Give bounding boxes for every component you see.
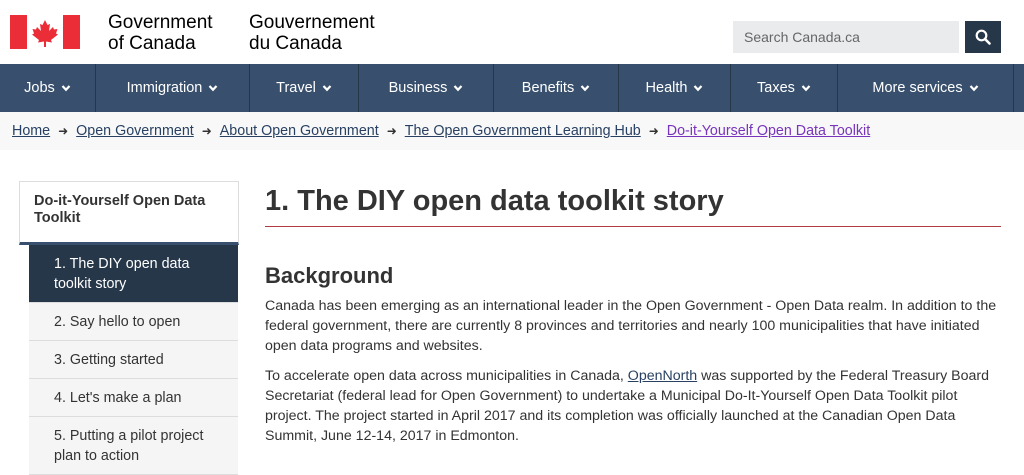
main-menu: Jobs Immigration Travel Business Benefit…	[0, 64, 1024, 112]
menu-label: Immigration	[126, 80, 203, 96]
section-menu-item-2[interactable]: 2. Say hello to open	[29, 303, 238, 341]
chevron-down-icon	[801, 85, 811, 92]
section-menu-list: 1. The DIY open data toolkit story 2. Sa…	[29, 245, 238, 475]
chevron-down-icon	[969, 85, 978, 92]
menu-label: More services	[872, 80, 963, 96]
menu-item-business[interactable]: Business	[359, 64, 494, 112]
menu-label: Business	[388, 80, 448, 96]
paragraph: To accelerate open data across municipal…	[265, 366, 1001, 446]
canada-flag-icon[interactable]	[10, 15, 80, 49]
menu-item-benefits[interactable]: Benefits	[494, 64, 619, 112]
search-icon	[975, 29, 991, 45]
chevron-down-icon	[694, 85, 703, 92]
section-menu-item-label: 2. Say hello to open	[54, 313, 181, 330]
section-menu-heading[interactable]: Do-it-Yourself Open Data Toolkit	[19, 181, 239, 245]
breadcrumb-learning-hub[interactable]: The Open Government Learning Hub	[405, 123, 641, 139]
section-menu-item-1[interactable]: 1. The DIY open data toolkit story	[29, 245, 238, 303]
search-input[interactable]	[733, 21, 959, 53]
chevron-down-icon	[322, 85, 332, 92]
search-button[interactable]	[965, 21, 1001, 53]
menu-item-health[interactable]: Health	[619, 64, 731, 112]
menu-item-more-services[interactable]: More services	[838, 64, 1014, 112]
opennorth-link[interactable]: OpenNorth	[628, 368, 697, 384]
chevron-down-icon	[209, 85, 218, 92]
section-menu-item-label: 4. Let's make a plan	[54, 389, 182, 406]
breadcrumb-about-open-government[interactable]: About Open Government	[220, 123, 379, 139]
section-menu-item-5[interactable]: 5. Putting a pilot project plan to actio…	[29, 417, 238, 475]
menu-label: Travel	[276, 80, 316, 96]
section-menu-item-label: 5. Putting a pilot project plan to actio…	[54, 427, 204, 464]
section-menu-item-label: 3. Getting started	[54, 351, 164, 368]
page-title: 1. The DIY open data toolkit story	[265, 181, 1001, 227]
breadcrumb-diy-toolkit[interactable]: Do-it-Yourself Open Data Toolkit	[667, 123, 870, 139]
site-header: Government of Canada Gouvernement du Can…	[0, 0, 1024, 64]
menu-label: Health	[645, 80, 688, 96]
arrow-right-icon: ➜	[201, 124, 212, 138]
menu-item-travel[interactable]: Travel	[250, 64, 359, 112]
chevron-down-icon	[454, 85, 463, 92]
signature-french: Gouvernement du Canada	[249, 12, 375, 54]
paragraph-text: To accelerate open data across municipal…	[265, 368, 628, 384]
main-content: 1. The DIY open data toolkit story Backg…	[265, 181, 1001, 446]
section-menu: Do-it-Yourself Open Data Toolkit 1. The …	[19, 181, 239, 475]
arrow-right-icon: ➜	[386, 124, 397, 138]
signature-fr-line2: du Canada	[249, 33, 342, 54]
menu-label: Jobs	[24, 80, 55, 96]
breadcrumb-home[interactable]: Home	[12, 123, 50, 139]
menu-item-taxes[interactable]: Taxes	[731, 64, 838, 112]
section-menu-item-label: 1. The DIY open data toolkit story	[54, 255, 190, 292]
menu-label: Benefits	[521, 80, 575, 96]
signature-english: Government of Canada	[108, 12, 213, 54]
section-menu-item-3[interactable]: 3. Getting started	[29, 341, 238, 379]
breadcrumb: Home ➜ Open Government ➜ About Open Gove…	[0, 112, 1024, 150]
chevron-down-icon	[61, 85, 71, 92]
arrow-right-icon: ➜	[58, 124, 69, 138]
menu-item-immigration[interactable]: Immigration	[96, 64, 250, 112]
signature-en-line1: Government	[108, 12, 213, 33]
section-menu-item-4[interactable]: 4. Let's make a plan	[29, 379, 238, 417]
arrow-right-icon: ➜	[648, 124, 659, 138]
signature-fr-line1: Gouvernement	[249, 12, 375, 33]
paragraph: Canada has been emerging as an internati…	[265, 298, 997, 354]
chevron-down-icon	[580, 85, 590, 92]
signature-en-line2: of Canada	[108, 33, 196, 54]
section-heading: Background	[265, 263, 394, 288]
menu-label: Taxes	[757, 80, 795, 96]
breadcrumb-open-government[interactable]: Open Government	[76, 123, 194, 139]
menu-item-jobs[interactable]: Jobs	[0, 64, 96, 112]
